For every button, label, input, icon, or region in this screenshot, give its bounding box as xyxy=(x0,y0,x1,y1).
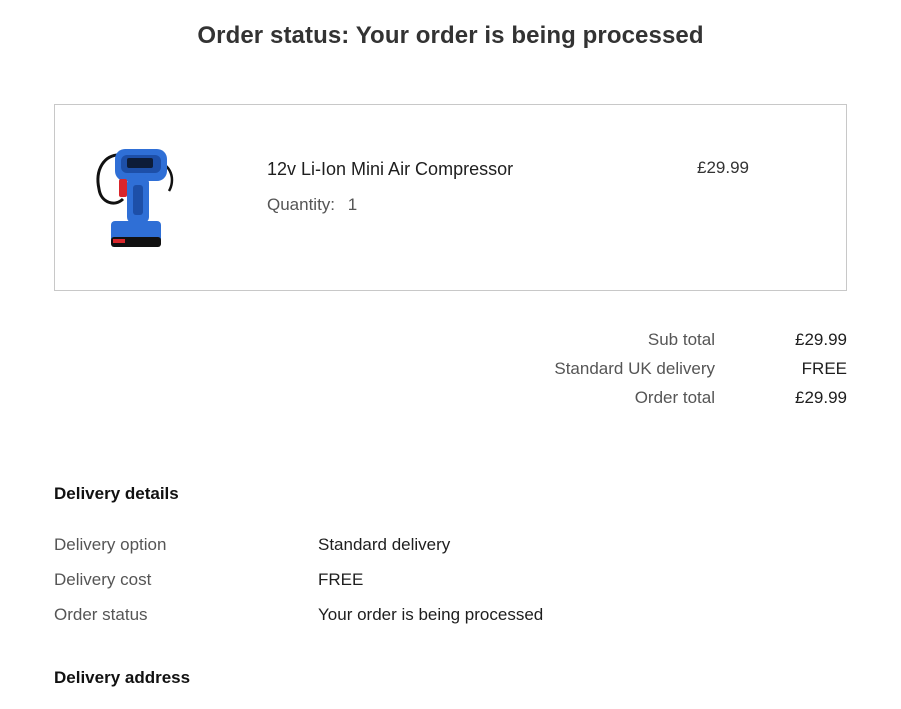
summary-value: £29.99 xyxy=(795,330,847,349)
detail-value: FREE xyxy=(318,570,364,589)
delivery-address-heading: Delivery address xyxy=(54,668,191,687)
quantity-display: Quantity: 1 xyxy=(267,195,357,215)
detail-value: Your order is being processed xyxy=(318,605,544,624)
summary-value: £29.99 xyxy=(795,388,847,407)
quantity-label: Quantity: xyxy=(267,195,336,214)
item-price: £29.99 xyxy=(697,158,749,177)
detail-row-delivery-cost: Delivery cost FREE xyxy=(54,570,754,594)
detail-label: Delivery cost xyxy=(54,570,152,589)
detail-value: Standard delivery xyxy=(318,535,451,554)
detail-label: Order status xyxy=(54,605,148,624)
summary-label: Sub total xyxy=(647,330,715,349)
summary-delivery-row: Standard UK delivery FREE xyxy=(427,359,847,383)
quantity-value: 1 xyxy=(347,195,358,214)
detail-row-delivery-option: Delivery option Standard delivery xyxy=(54,535,754,559)
summary-value: FREE xyxy=(801,359,847,378)
summary-subtotal-row: Sub total £29.99 xyxy=(427,330,847,354)
delivery-details-heading: Delivery details xyxy=(54,484,179,503)
product-name[interactable]: 12v Li-Ion Mini Air Compressor xyxy=(267,159,513,180)
detail-label: Delivery option xyxy=(54,535,167,554)
air-compressor-product-image xyxy=(96,149,174,247)
order-item-card: 12v Li-Ion Mini Air Compressor Quantity:… xyxy=(54,104,847,291)
page-title: Order status: Your order is being proces… xyxy=(197,22,704,49)
summary-order-total-row: Order total £29.99 xyxy=(427,388,847,412)
summary-label: Standard UK delivery xyxy=(554,359,715,378)
detail-row-order-status: Order status Your order is being process… xyxy=(54,605,754,629)
summary-label: Order total xyxy=(634,388,715,407)
